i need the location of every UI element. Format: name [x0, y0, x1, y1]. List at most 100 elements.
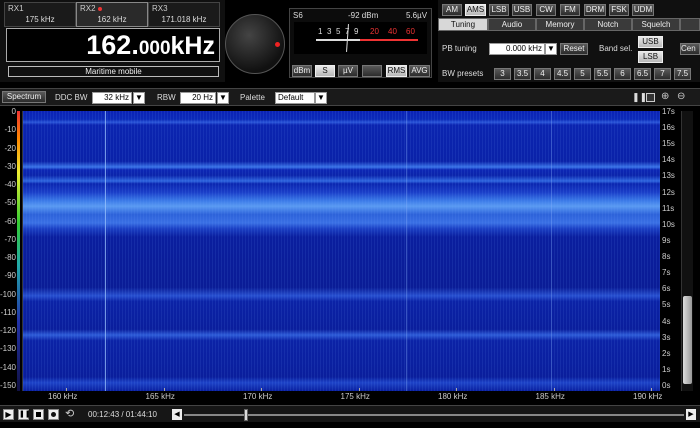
mode-drm[interactable]: DRM — [584, 4, 606, 16]
ddc-bw-dropdown[interactable]: ▼ — [133, 92, 145, 104]
pb-tuning-input[interactable]: 0.000 kHz — [489, 43, 545, 55]
mode-lsb[interactable]: LSB — [489, 4, 509, 16]
bw-preset-7-5[interactable]: 7.5 — [674, 68, 691, 80]
scale-60: 60 — [406, 27, 415, 36]
tab-audio[interactable]: Audio — [488, 18, 536, 31]
bw-preset-4[interactable]: 4 — [534, 68, 551, 80]
time-axis: 17s 16s 15s 14s 13s 12s 11s 10s 9s 8s 7s 6s 5s 4s 3s 2s… — [660, 107, 680, 393]
time-tick-label: 13s — [662, 171, 675, 181]
level-tick-label: -120 — [0, 326, 16, 336]
dbm-button[interactable]: dBm — [292, 65, 312, 77]
time-tick-label: 2s — [662, 348, 671, 358]
level-tick-label: -10 — [4, 125, 16, 135]
chevron-down-icon: ▼ — [317, 93, 325, 102]
tab-memory[interactable]: Memory — [536, 18, 584, 31]
mode-udm[interactable]: UDM — [632, 4, 654, 16]
s-unit-button[interactable]: S — [315, 65, 335, 77]
pause-icon[interactable]: ❚❚ — [632, 93, 647, 102]
seek-thumb[interactable] — [244, 409, 248, 421]
s-meter-s-value: S6 — [293, 11, 303, 20]
time-tick-label: 16s — [662, 123, 675, 133]
reset-button[interactable]: Reset — [560, 43, 588, 55]
bw-preset-4-5[interactable]: 4.5 — [554, 68, 571, 80]
tab-tuning[interactable]: Tuning — [438, 18, 488, 31]
chevron-down-icon: ▼ — [547, 44, 555, 53]
rx3-tab[interactable]: RX3 171.018 kHz — [148, 2, 220, 27]
scrollbar-thumb[interactable] — [683, 296, 692, 384]
tab-squelch[interactable]: Squelch — [632, 18, 680, 31]
rx2-label: RX2 — [80, 4, 102, 13]
mode-cw[interactable]: CW — [536, 4, 556, 16]
bw-presets-label: BW presets — [442, 69, 484, 78]
pb-tuning-dropdown[interactable]: ▼ — [545, 43, 557, 55]
mode-am[interactable]: AM — [442, 4, 462, 16]
level-tick-label: -140 — [0, 362, 16, 372]
level-tick-label: -130 — [0, 344, 16, 354]
mode-ams[interactable]: AMS — [465, 4, 486, 16]
rbw-dropdown[interactable]: ▼ — [217, 92, 229, 104]
mode-fsk[interactable]: FSK — [609, 4, 629, 16]
frequency-tick-mark — [163, 388, 165, 391]
chevron-down-icon: ▼ — [219, 93, 227, 102]
seek-forward-icon[interactable]: ▶ — [686, 409, 696, 420]
rx2-tab[interactable]: RX2 162 kHz — [76, 2, 148, 27]
bw-preset-6[interactable]: 6 — [614, 68, 631, 80]
stop-square — [36, 412, 41, 417]
ddc-bw-select[interactable]: 32 kHz — [92, 92, 132, 104]
bw-preset-5[interactable]: 5 — [574, 68, 591, 80]
tuning-knob[interactable] — [225, 14, 285, 74]
seek-track[interactable] — [184, 409, 684, 421]
level-tick-label: -50 — [4, 198, 16, 208]
frequency-fraction: 000 — [138, 38, 171, 59]
level-tick-label: 0 — [11, 107, 16, 116]
play-icon[interactable]: ▶ — [3, 409, 14, 420]
zoom-in-icon[interactable]: ⊕ — [661, 92, 669, 102]
center-button[interactable]: Cen — [680, 43, 700, 55]
rbw-select[interactable]: 20 Hz — [180, 92, 216, 104]
avg-button[interactable]: AVG — [409, 65, 430, 77]
frequency-tick-label: 160 kHz — [48, 392, 78, 401]
stop-icon[interactable] — [33, 409, 44, 420]
band-lsb-button[interactable]: LSB — [638, 51, 663, 63]
band-usb-button[interactable]: USB — [638, 36, 663, 48]
band-sel-label: Band sel. — [599, 44, 633, 53]
save-icon[interactable] — [646, 93, 655, 102]
s-meter-dbm-value: -92 dBm — [348, 11, 379, 20]
scale-1: 1 — [318, 27, 323, 36]
time-tick-label: 14s — [662, 155, 675, 165]
mode-usb[interactable]: USB — [512, 4, 532, 16]
level-tick-label: -30 — [4, 161, 16, 171]
time-tick-label: 6s — [662, 284, 671, 294]
waterfall-display[interactable] — [22, 111, 660, 391]
frequency-main: 162. — [86, 30, 139, 60]
signal-line — [406, 111, 407, 391]
bw-preset-7[interactable]: 7 — [654, 68, 671, 80]
tab-more[interactable] — [680, 18, 700, 31]
bw-preset-3-5[interactable]: 3.5 — [514, 68, 531, 80]
frequency-display[interactable]: 162.000kHz — [6, 28, 220, 62]
bw-preset-3[interactable]: 3 — [494, 68, 511, 80]
spectrum-button[interactable]: Spectrum — [2, 91, 46, 103]
blank-button[interactable] — [362, 65, 382, 77]
seek-back-icon[interactable]: ◀ — [172, 409, 182, 420]
station-name: Maritime mobile — [85, 67, 142, 76]
rms-button[interactable]: RMS — [386, 65, 407, 77]
rx3-freq: 171.018 kHz — [161, 15, 207, 24]
rx1-tab[interactable]: RX1 175 kHz — [4, 2, 76, 27]
bw-preset-6-5[interactable]: 6.5 — [634, 68, 651, 80]
tab-notch[interactable]: Notch — [584, 18, 632, 31]
frequency-tick-mark — [553, 388, 555, 391]
bw-preset-5-5[interactable]: 5.5 — [594, 68, 611, 80]
loop-icon[interactable]: ⟲ — [65, 408, 74, 420]
mode-fm[interactable]: FM — [560, 4, 580, 16]
zoom-out-icon[interactable]: ⊖ — [677, 92, 685, 102]
palette-select[interactable]: Default — [275, 92, 315, 104]
frequency-tick-mark — [456, 388, 457, 391]
time-tick-label: 3s — [662, 332, 671, 342]
record-icon[interactable] — [48, 409, 59, 420]
waterfall-scrollbar[interactable] — [681, 111, 693, 391]
palette-dropdown[interactable]: ▼ — [315, 92, 327, 104]
playback-bar: ▶ ❚❚ ⟲ 00:12:43 / 01:44:10 ◀ ▶ — [0, 405, 700, 422]
uv-button[interactable]: µV — [338, 65, 358, 77]
pause-icon[interactable]: ❚❚ — [18, 409, 31, 420]
